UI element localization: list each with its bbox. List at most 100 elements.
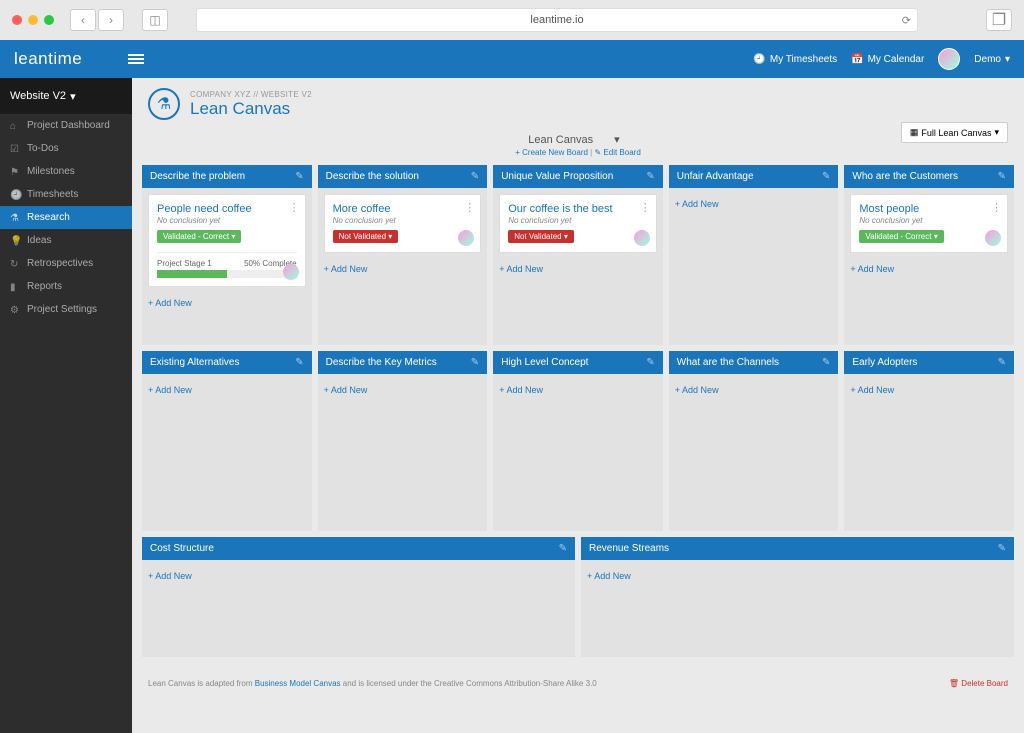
canvas-card[interactable]: ⋮ Our coffee is the best No conclusion y… [499,194,657,253]
maximize-window-button[interactable] [44,15,54,25]
add-new-button[interactable]: +Add New [499,260,543,278]
status-badge[interactable]: Not Validated ▾ [333,230,399,243]
status-badge[interactable]: Not Validated ▾ [508,230,574,243]
add-new-button[interactable]: +Add New [675,195,719,213]
edit-icon: ✎ [594,148,601,157]
trash-icon: 🗑 [949,679,959,688]
calendar-icon: 📅 [851,54,863,65]
assignee-avatar[interactable] [283,264,299,280]
project-selector[interactable]: Website V2 ▾ [0,78,132,114]
sidebar-item-to-dos[interactable]: ☑To-Dos [0,137,132,160]
edit-icon[interactable]: ✎ [295,357,303,368]
sidebar-item-label: To-Dos [27,143,59,154]
column-concept: High Level Concept✎ +Add New [493,351,663,531]
refresh-icon: ↻ [10,259,20,269]
add-new-button[interactable]: +Add New [850,260,894,278]
sidebar-item-reports[interactable]: ▮ Reports [0,275,132,298]
edit-icon[interactable]: ✎ [646,171,654,182]
plus-icon: + [675,385,680,395]
add-new-button[interactable]: +Add New [148,294,192,312]
board-selector[interactable]: Lean Canvas ▾ [522,132,633,148]
sidebar-item-project-dashboard[interactable]: ⌂Project Dashboard [0,114,132,137]
edit-icon[interactable]: ✎ [471,357,479,368]
footer-link[interactable]: Business Model Canvas [255,679,341,688]
canvas-card[interactable]: ⋮ More coffee No conclusion yet Not Vali… [324,194,482,253]
canvas-card[interactable]: ⋮ People need coffee No conclusion yet V… [148,194,306,287]
plus-icon: + [850,264,855,274]
add-new-button[interactable]: +Add New [148,381,192,399]
sidebar-item-milestones[interactable]: ⚑Milestones [0,160,132,183]
add-new-button[interactable]: +Add New [499,381,543,399]
sidebar-item-label: Timesheets [27,189,78,200]
user-menu[interactable]: Demo ▾ [974,54,1010,65]
edit-icon[interactable]: ✎ [646,357,654,368]
status-badge[interactable]: Validated - Correct ▾ [859,230,943,243]
column-title: Existing Alternatives [150,357,240,368]
minimize-window-button[interactable] [28,15,38,25]
column-title: Early Adopters [852,357,917,368]
assignee-avatar[interactable] [458,230,474,246]
add-new-button[interactable]: +Add New [324,260,368,278]
plus-icon: + [324,264,329,274]
edit-icon[interactable]: ✎ [998,171,1006,182]
url-bar[interactable]: leantime.io ⟳ [196,8,918,32]
page-title: Lean Canvas [190,99,312,119]
edit-icon[interactable]: ✎ [295,171,303,182]
back-button[interactable]: ‹ [70,9,96,31]
my-calendar-label: My Calendar [868,54,925,65]
my-calendar-link[interactable]: 📅 My Calendar [851,54,924,65]
column-revenue: Revenue Streams✎ +Add New [581,537,1014,657]
column-solution: Describe the solution✎ ⋮ More coffee No … [318,165,488,345]
edit-icon[interactable]: ✎ [559,543,567,554]
tabs-button[interactable]: ❐ [986,9,1012,31]
edit-icon[interactable]: ✎ [471,171,479,182]
plus-icon: + [499,385,504,395]
canvas-card[interactable]: ⋮ Most people No conclusion yet Validate… [850,194,1008,253]
assignee-avatar[interactable] [985,230,1001,246]
sidebar-item-timesheets[interactable]: 🕘Timesheets [0,183,132,206]
sidebar-item-retrospectives[interactable]: ↻Retrospectives [0,252,132,275]
sidebar-item-research[interactable]: ⚗Research [0,206,132,229]
sidebar-item-label: Project Settings [27,304,97,315]
edit-icon[interactable]: ✎ [822,171,830,182]
card-menu-button[interactable]: ⋮ [991,201,1002,214]
user-avatar[interactable] [938,48,960,70]
column-advantage: Unfair Advantage✎ +Add New [669,165,839,345]
menu-toggle-button[interactable] [128,52,144,66]
plus-icon: + [499,264,504,274]
card-menu-button[interactable]: ⋮ [289,201,300,214]
add-new-button[interactable]: +Add New [148,567,192,585]
sidebar-item-label: Reports [27,281,62,292]
sidebar-item-ideas[interactable]: 💡Ideas [0,229,132,252]
edit-board-link[interactable]: ✎ Edit Board [594,148,640,157]
reload-icon[interactable]: ⟳ [902,14,911,27]
plus-icon: + [148,571,153,581]
chart-icon: ▮ [10,282,20,292]
user-name: Demo [974,54,1001,65]
add-new-button[interactable]: +Add New [324,381,368,399]
close-window-button[interactable] [12,15,22,25]
view-label: Full Lean Canvas [921,128,991,138]
column-title: Unique Value Proposition [501,171,613,182]
edit-icon[interactable]: ✎ [998,357,1006,368]
view-selector[interactable]: ▦ Full Lean Canvas ▾ [901,122,1008,143]
forward-button[interactable]: › [98,9,124,31]
card-menu-button[interactable]: ⋮ [464,201,475,214]
add-new-button[interactable]: +Add New [850,381,894,399]
my-timesheets-link[interactable]: 🕘 My Timesheets [753,54,837,65]
delete-board-button[interactable]: 🗑 Delete Board [949,679,1008,688]
status-badge[interactable]: Validated - Correct ▾ [157,230,241,243]
breadcrumb: COMPANY XYZ // WEBSITE V2 [190,90,312,99]
chevron-down-icon: ▾ [70,90,76,103]
add-new-button[interactable]: +Add New [675,381,719,399]
edit-icon[interactable]: ✎ [998,543,1006,554]
create-board-link[interactable]: + Create New Board [515,148,588,157]
sidebar-item-project-settings[interactable]: ⚙Project Settings [0,298,132,321]
plus-icon: + [324,385,329,395]
assignee-avatar[interactable] [634,230,650,246]
sidebar-toggle-button[interactable]: ◫ [142,9,168,31]
edit-icon[interactable]: ✎ [822,357,830,368]
add-new-button[interactable]: +Add New [587,567,631,585]
app-topbar: leantime 🕘 My Timesheets 📅 My Calendar D… [0,40,1024,78]
card-menu-button[interactable]: ⋮ [640,201,651,214]
